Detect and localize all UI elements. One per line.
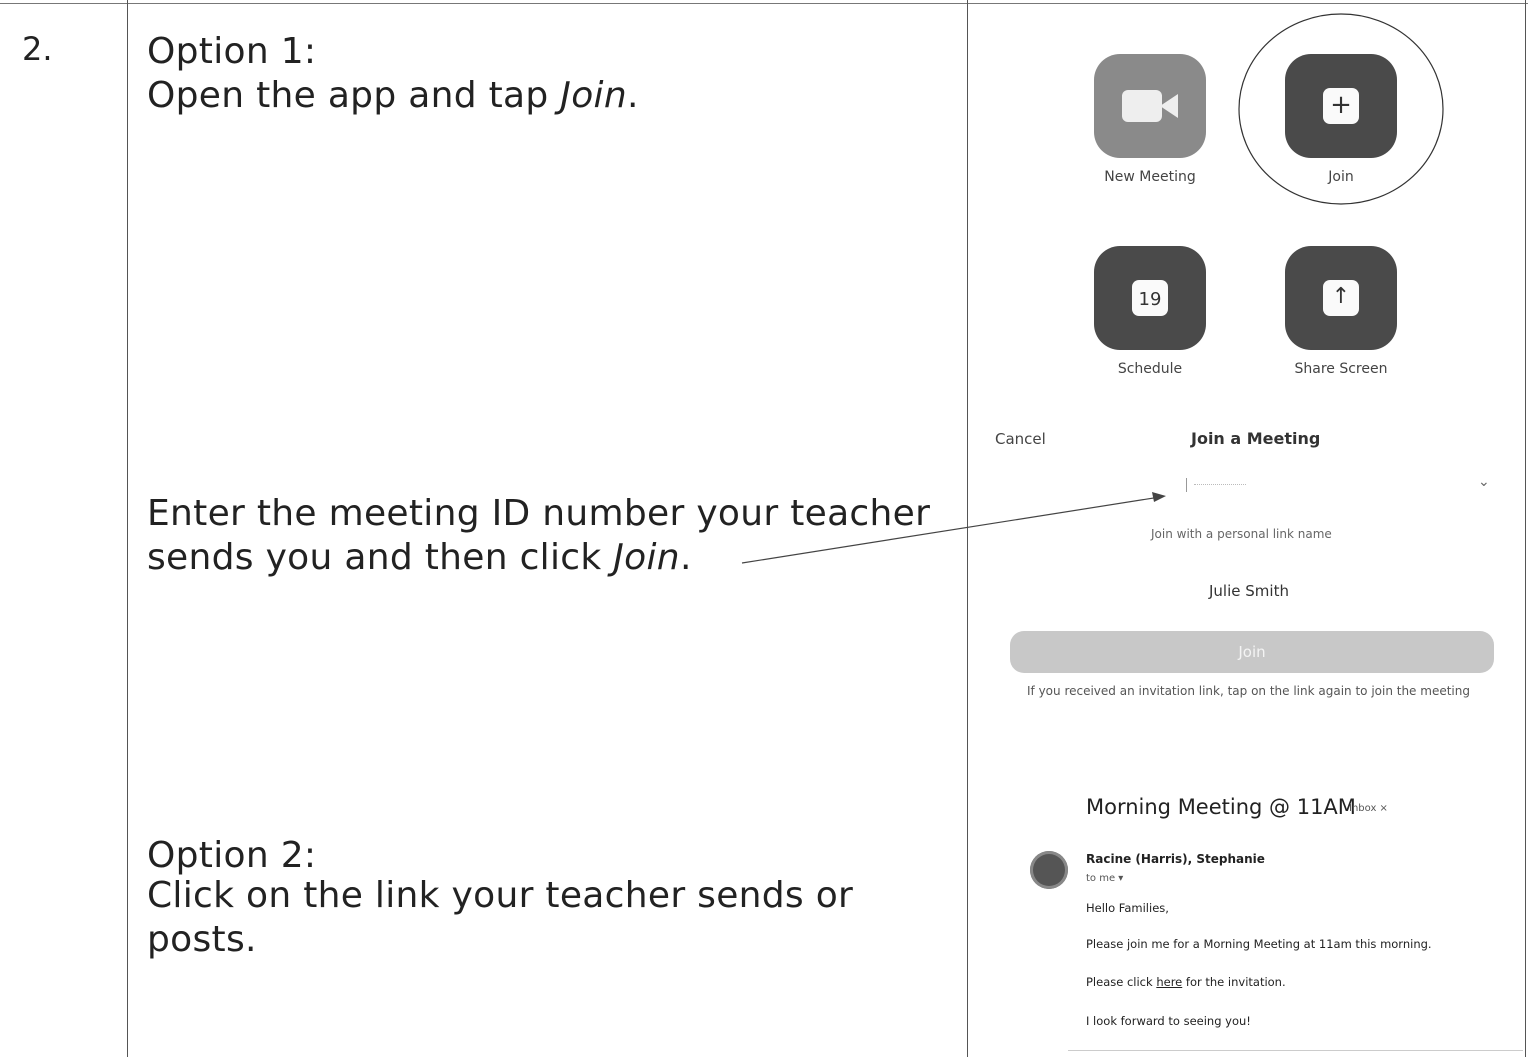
email-body-line2: Please click here for the invitation. — [1086, 975, 1286, 989]
join-button-tile[interactable]: + — [1285, 54, 1397, 158]
join-meeting-button[interactable]: Join — [1010, 631, 1494, 673]
personal-link-option[interactable]: Join with a personal link name — [1151, 527, 1332, 541]
plus-icon: + — [1323, 88, 1359, 124]
invitation-note: If you received an invitation link, tap … — [1027, 684, 1470, 698]
upload-arrow-icon: ↑ — [1323, 280, 1359, 316]
cancel-button[interactable]: Cancel — [995, 430, 1046, 448]
new-meeting-label: New Meeting — [1104, 169, 1196, 185]
email-body-text: Please click — [1086, 975, 1157, 989]
chevron-down-icon[interactable]: ⌄ — [1478, 474, 1490, 490]
share-screen-button[interactable]: ↑ — [1285, 246, 1397, 350]
new-meeting-button[interactable] — [1094, 54, 1206, 158]
video-camera-lens — [1160, 94, 1178, 118]
join-tile-label: Join — [1328, 169, 1354, 185]
join-dialog-title: Join a Meeting — [1191, 429, 1321, 448]
email-bottom-divider — [1068, 1050, 1523, 1051]
meeting-id-input[interactable] — [1186, 478, 1258, 492]
video-camera-icon — [1122, 90, 1162, 122]
invitation-link[interactable]: here — [1156, 975, 1182, 989]
email-body-text-end: for the invitation. — [1182, 975, 1286, 989]
sender-avatar — [1030, 851, 1068, 889]
email-closing: I look forward to seeing you! — [1086, 1014, 1251, 1028]
schedule-label: Schedule — [1117, 361, 1183, 377]
schedule-button[interactable]: 19 — [1094, 246, 1206, 350]
share-screen-label: Share Screen — [1294, 361, 1388, 377]
pointer-arrow-head — [1152, 492, 1166, 502]
email-greeting: Hello Families, — [1086, 901, 1169, 915]
inbox-badge[interactable]: Inbox × — [1349, 803, 1388, 814]
sender-name: Racine (Harris), Stephanie — [1086, 852, 1265, 866]
meeting-id-placeholder — [1194, 484, 1246, 486]
text-cursor — [1186, 478, 1187, 492]
display-name-field[interactable]: Julie Smith — [1209, 582, 1289, 600]
pointer-arrow-line — [741, 496, 1161, 564]
email-subject: Morning Meeting @ 11AM — [1086, 795, 1356, 819]
email-body-line1: Please join me for a Morning Meeting at … — [1086, 937, 1432, 951]
recipient-line[interactable]: to me ▾ — [1086, 873, 1123, 884]
calendar-icon: 19 — [1132, 280, 1168, 316]
